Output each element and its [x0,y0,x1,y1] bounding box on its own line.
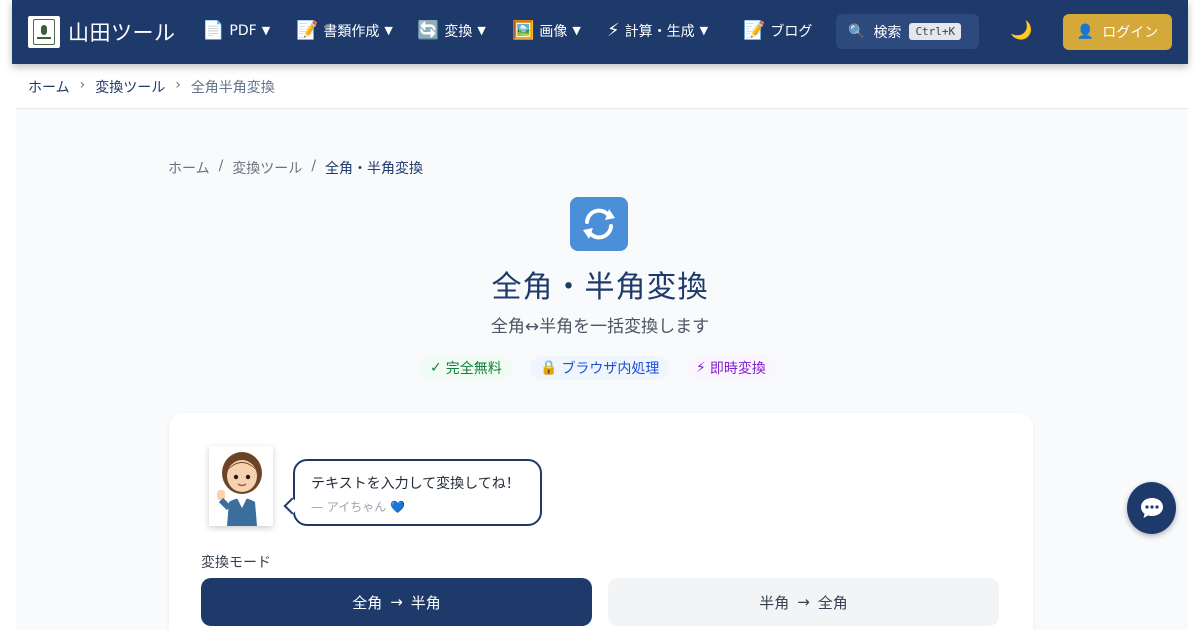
search-label: 検索 [873,24,902,41]
breadcrumb-main: ホーム / 変換ツール / 全角・半角変換 [168,158,423,178]
nav-calc-generate[interactable]: ⚡ 計算・生成 ▼ [607,20,708,41]
breadcrumb-separator: / [311,158,317,174]
assistant-character-icon [217,452,262,526]
site-title[interactable]: 山田ツール [68,17,176,47]
caret-down-icon: ▼ [699,24,709,37]
chat-button[interactable] [1127,482,1176,534]
search-button[interactable]: 🔍 検索 Ctrl+K [836,14,979,49]
badge-free: ✓ 完全無料 [420,356,512,380]
logo-mark-icon [33,19,55,45]
nav-pdf[interactable]: 📄 PDF ▼ [202,20,270,41]
assistant-avatar [209,446,273,526]
lightning-icon: ⚡ [607,20,620,41]
chat-bubble-icon [1140,498,1163,518]
page-title: 全角・半角変換 [491,270,709,305]
check-icon: ✓ [430,360,442,376]
image-icon: 🖼️ [512,20,535,41]
caret-down-icon: ▼ [261,24,271,37]
nav-label: ブログ [770,23,813,40]
page-subtitle: 全角↔半角を一括変換します [490,317,710,337]
mode-from: 半角 [759,593,790,612]
user-icon: 👤 [1076,24,1095,40]
lightning-icon: ⚡ [696,360,706,376]
dark-mode-toggle-icon[interactable]: 🌙 [1010,20,1032,41]
badge-label: 即時変換 [709,361,766,377]
arrow-right-icon: → [797,593,810,611]
breadcrumb-convert-tools[interactable]: 変換ツール [232,158,302,178]
search-icon: 🔍 [848,23,866,40]
breadcrumb-home[interactable]: ホーム [168,158,210,178]
convert-arrows-icon [570,197,628,251]
caret-down-icon: ▼ [572,24,581,37]
convert-icon: 🔄 [417,20,440,41]
badge-label: 完全無料 [445,361,502,377]
caret-down-icon: ▼ [477,24,486,37]
mode-halfwidth-to-fullwidth-button[interactable]: 半角 → 全角 [608,578,999,626]
login-button[interactable]: 👤 ログイン [1063,14,1172,50]
breadcrumb-separator: › [79,77,86,93]
nav-label: PDF [229,22,257,39]
badge-instant: ⚡ 即時変換 [686,356,776,380]
top-navbar: 山田ツール 📄 PDF ▼ 📝 書類作成 ▼ 🔄 変換 ▼ 🖼️ 画像 ▼ ⚡ … [12,0,1188,64]
badge-label: ブラウザ内処理 [561,361,660,377]
lock-icon: 🔒 [540,360,558,376]
site-logo[interactable] [28,16,60,48]
arrow-right-icon: → [390,593,403,611]
nav-label: 書類作成 [323,23,380,40]
search-shortcut: Ctrl+K [909,23,962,40]
memo-icon: 📝 [743,20,766,41]
breadcrumb-separator: › [175,77,181,93]
mode-from: 全角 [352,593,383,612]
nav-label: 計算・生成 [624,23,695,40]
breadcrumb-top: ホーム › 変換ツール › 全角半角変換 [28,77,275,97]
memo-icon: 📝 [296,20,319,41]
assistant-message: テキストを入力して変換してね！ [311,476,520,492]
mode-fullwidth-to-halfwidth-button[interactable]: 全角 → 半角 [201,578,592,626]
nav-image[interactable]: 🖼️ 画像 ▼ [512,20,581,41]
nav-label: 変換 [444,23,473,40]
mode-to: 半角 [410,593,441,612]
caret-down-icon: ▼ [384,24,393,37]
nav-label: 画像 [539,23,568,40]
convert-arrows-svg [583,208,615,240]
badge-browser-processing: 🔒 ブラウザ内処理 [530,356,670,380]
document-icon: 📄 [202,20,225,41]
mode-label: 変換モード [201,555,271,571]
breadcrumb-current: 全角半角変換 [190,80,275,96]
nav-documents[interactable]: 📝 書類作成 ▼ [296,20,393,41]
login-label: ログイン [1102,25,1159,41]
mode-to: 全角 [817,593,848,612]
breadcrumb-separator: / [218,158,224,174]
breadcrumb-home[interactable]: ホーム [28,77,70,97]
breadcrumb-convert-tools[interactable]: 変換ツール [95,77,165,97]
nav-convert[interactable]: 🔄 変換 ▼ [417,20,486,41]
nav-blog[interactable]: 📝 ブログ [743,20,812,41]
assistant-signature: — アイちゃん 💙 [311,500,405,514]
breadcrumb-current: 全角・半角変換 [325,161,424,177]
